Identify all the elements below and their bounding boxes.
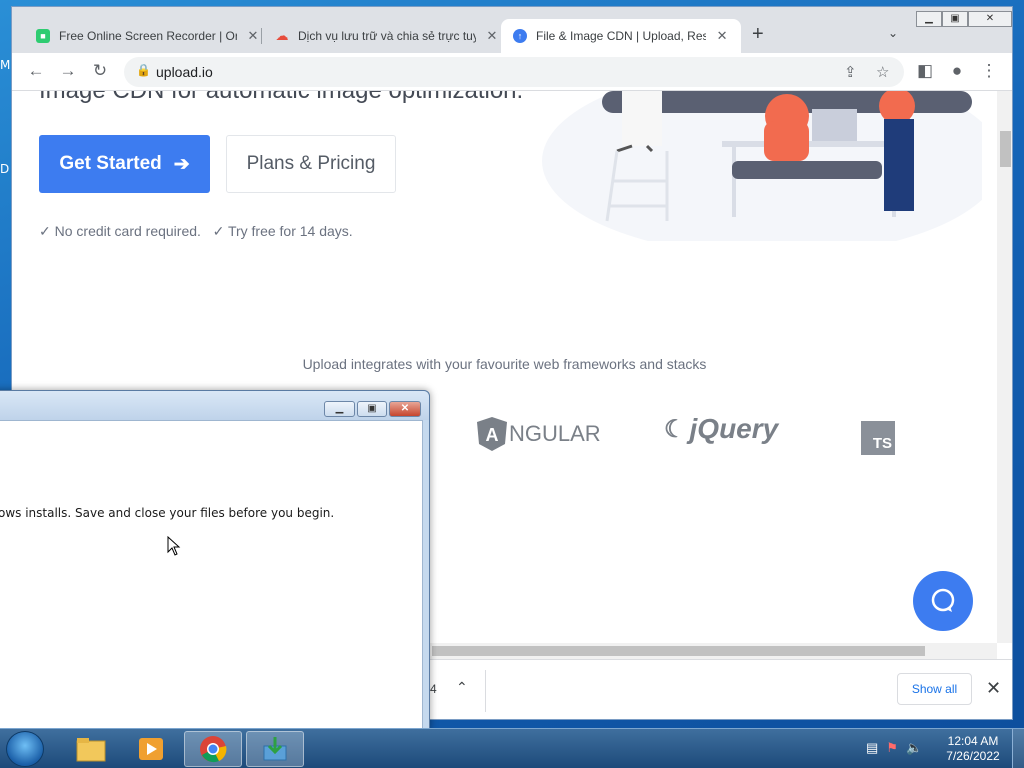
dialog-maximize-button[interactable]: ▣ — [357, 401, 387, 417]
tab-title: Free Online Screen Recorder | Or — [59, 29, 237, 43]
cloud-icon: ☁ — [275, 28, 289, 43]
chrome-taskbar-icon[interactable] — [184, 731, 242, 767]
media-player-taskbar-icon[interactable] — [122, 731, 180, 767]
angular-logo: A NGULAR — [477, 417, 601, 451]
side-panel-icon[interactable]: ◧ — [914, 61, 936, 81]
close-tab-icon[interactable]: ✕ — [715, 28, 729, 44]
mouse-cursor-icon — [167, 536, 181, 556]
minimize-button[interactable]: ▁ — [916, 11, 942, 27]
tab-divider — [261, 28, 262, 44]
maximize-button[interactable]: ▣ — [942, 11, 968, 27]
jquery-wordmark: jQuery — [689, 413, 779, 444]
jquery-swirl-icon: ☾ — [664, 415, 686, 443]
dialog-body: ows installs. Save and close your files … — [0, 420, 423, 731]
reload-icon[interactable]: ↻ — [89, 61, 111, 81]
new-tab-button[interactable]: + — [752, 23, 764, 46]
window-controls: ▁ ▣ ✕ — [916, 11, 1012, 27]
clock-time: 12:04 AM — [947, 734, 999, 748]
volume-icon[interactable]: 🔈 — [906, 740, 922, 756]
installer-icon — [263, 737, 287, 761]
media-player-icon — [139, 738, 163, 760]
screen-recorder-icon: ■ — [36, 29, 50, 43]
tab-upload-io[interactable]: ↑ File & Image CDN | Upload, Resiz ✕ — [501, 19, 741, 53]
close-tab-icon[interactable]: ✕ — [485, 28, 499, 44]
angular-wordmark: NGULAR — [509, 421, 601, 446]
chat-icon — [931, 588, 955, 612]
start-button[interactable] — [6, 731, 44, 767]
taskbar-clock[interactable]: 12:04 AM 7/26/2022 — [940, 734, 1006, 764]
dialog-close-button[interactable]: ✕ — [389, 401, 421, 417]
system-tray: ▤ ⚑ 🔈 — [866, 740, 922, 756]
jquery-logo: ☾ jQuery — [664, 413, 778, 445]
scroll-thumb[interactable] — [1000, 131, 1011, 167]
show-desktop-button[interactable] — [1012, 729, 1024, 768]
chevron-up-icon[interactable]: ⌃ — [456, 679, 468, 696]
back-arrow-icon[interactable]: ← — [25, 61, 47, 81]
close-window-button[interactable]: ✕ — [968, 11, 1012, 27]
plans-pricing-button[interactable]: Plans & Pricing — [226, 135, 396, 193]
get-started-label: Get Started — [59, 153, 162, 174]
vertical-scrollbar[interactable] — [997, 91, 1012, 643]
get-started-button[interactable]: Get Started ➔ — [39, 135, 210, 193]
typescript-logo: TS — [861, 421, 895, 455]
tab-title: Dịch vụ lưu trữ và chia sẻ trực tuy — [298, 29, 476, 43]
scroll-thumb[interactable] — [432, 646, 925, 656]
browser-toolbar: ← → ↻ 🔒 upload.io ⇪ ☆ ◧ ● ⋮ — [12, 53, 1012, 91]
profile-avatar-icon[interactable]: ● — [946, 61, 968, 81]
menu-kebab-icon[interactable]: ⋮ — [978, 61, 1000, 81]
installer-taskbar-icon[interactable] — [246, 731, 304, 767]
dialog-titlebar: ▁ ▣ ✕ — [0, 391, 429, 420]
tab-strip: ■ Free Online Screen Recorder | Or ✕ ☁ D… — [12, 7, 1012, 53]
angular-shield-icon: A — [477, 417, 507, 451]
chat-widget-button[interactable] — [913, 571, 973, 631]
tab-search-chevron-icon[interactable]: ⌄ — [888, 26, 898, 40]
clock-date: 7/26/2022 — [946, 749, 1000, 763]
integrations-text: Upload integrates with your favourite we… — [302, 356, 707, 372]
desktop-label-2: D — [0, 162, 10, 176]
tab-cloud-storage[interactable]: ☁ Dịch vụ lưu trữ và chia sẻ trực tuy ✕ — [263, 19, 511, 53]
url-text: upload.io — [156, 64, 213, 80]
address-bar[interactable]: 🔒 upload.io ⇪ ☆ — [124, 57, 904, 87]
network-icon[interactable]: ▤ — [866, 740, 878, 756]
tab-title: File & Image CDN | Upload, Resiz — [536, 29, 707, 43]
share-icon[interactable]: ⇪ — [844, 63, 857, 81]
bookmark-star-icon[interactable]: ☆ — [876, 63, 889, 81]
close-downloads-icon[interactable]: ✕ — [986, 678, 1001, 699]
page-headline: Image CDN for automatic image optimizati… — [39, 91, 523, 105]
action-center-icon[interactable]: ⚑ — [886, 740, 898, 756]
tab-screen-recorder[interactable]: ■ Free Online Screen Recorder | Or ✕ — [24, 19, 272, 53]
lock-icon: 🔒 — [136, 63, 151, 77]
dialog-message: ows installs. Save and close your files … — [0, 506, 335, 520]
show-all-button[interactable]: Show all — [897, 673, 972, 705]
close-tab-icon[interactable]: ✕ — [246, 28, 260, 44]
trial-notes: ✓ No credit card required. ✓ Try free fo… — [39, 223, 353, 239]
file-explorer-taskbar-icon[interactable] — [62, 731, 120, 767]
download-item-fragment: 4 — [430, 682, 437, 696]
chrome-icon — [200, 736, 227, 763]
dialog-minimize-button[interactable]: ▁ — [324, 401, 355, 417]
taskbar: ▤ ⚑ 🔈 12:04 AM 7/26/2022 — [0, 728, 1024, 768]
forward-arrow-icon[interactable]: → — [57, 61, 79, 81]
upload-icon: ↑ — [513, 29, 527, 43]
windows-update-dialog: ▁ ▣ ✕ ows installs. Save and close your … — [0, 390, 430, 731]
divider — [485, 670, 486, 712]
folder-icon — [76, 738, 106, 762]
desktop-label-1: M — [0, 58, 11, 72]
svg-text:A: A — [486, 425, 499, 445]
hero-illustration — [542, 91, 982, 241]
arrow-right-icon: ➔ — [173, 153, 190, 175]
